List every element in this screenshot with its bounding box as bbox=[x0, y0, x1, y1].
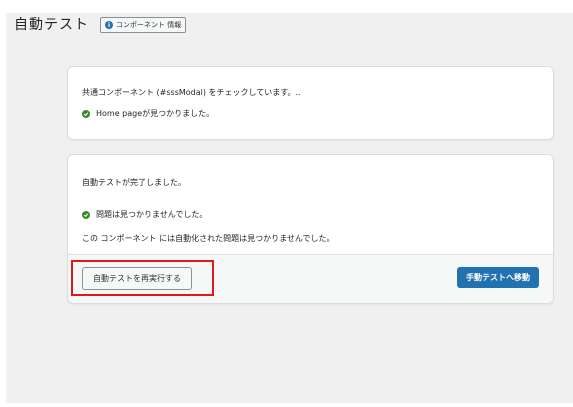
checking-card: 共通コンポーネント (#sssModal) をチェックしています。.. Home… bbox=[67, 66, 554, 140]
no-issues-text: 問題は見つかりませんでした。 bbox=[96, 210, 208, 219]
checking-status-text: 共通コンポーネント (#sssModal) をチェックしています。.. bbox=[82, 88, 301, 97]
success-check-icon bbox=[82, 210, 90, 219]
component-info-label: コンポーネント 情報 bbox=[116, 21, 182, 29]
highlight-box bbox=[71, 260, 214, 296]
found-status-line: Home pageが見つかりました。 bbox=[82, 108, 214, 119]
success-check-icon bbox=[82, 109, 90, 118]
found-status-text: Home pageが見つかりました。 bbox=[96, 109, 215, 118]
page-title: 自動テスト bbox=[14, 17, 89, 33]
no-issues-line: 問題は見つかりませんでした。 bbox=[82, 209, 207, 220]
component-info-button[interactable]: i コンポーネント 情報 bbox=[100, 17, 187, 33]
info-icon: i bbox=[105, 21, 113, 29]
complete-text: 自動テストが完了しました。 bbox=[82, 178, 186, 187]
no-auto-issues-text: この コンポーネント には自動化された問題は見つかりませんでした。 bbox=[82, 234, 335, 243]
go-to-manual-test-button[interactable]: 手動テストへ移動 bbox=[457, 267, 539, 288]
